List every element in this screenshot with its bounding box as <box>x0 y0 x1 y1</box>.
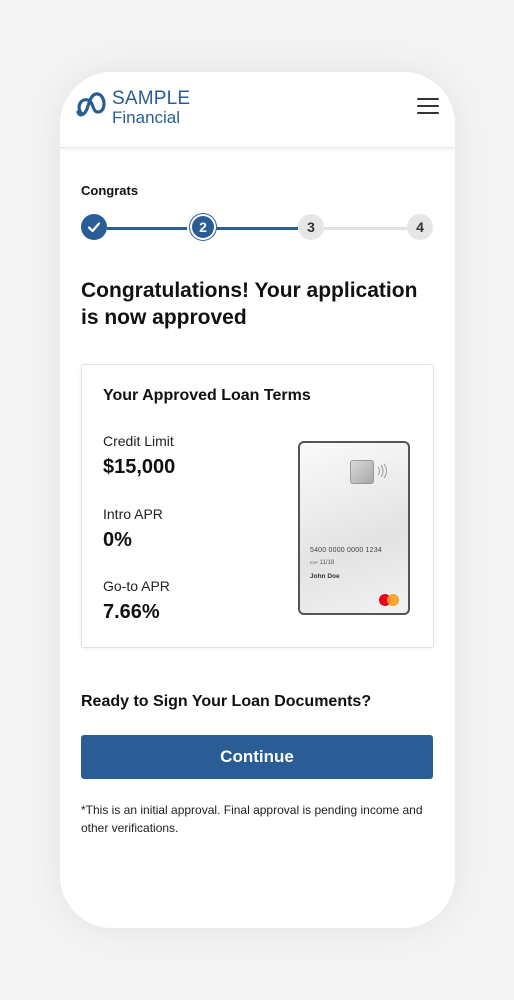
progress-stepper: 2 3 4 <box>81 214 434 242</box>
loan-terms-title: Your Approved Loan Terms <box>103 387 311 404</box>
intro-apr-value: 0% <box>103 529 132 551</box>
card-holder-name: John Doe <box>310 573 340 580</box>
goto-apr-label: Go-to APR <box>103 578 170 594</box>
contactless-icon <box>377 463 387 479</box>
step-3: 3 <box>298 214 324 240</box>
step-1-complete <box>81 214 107 240</box>
mastercard-logo-icon <box>379 594 399 606</box>
card-expiry-date: 11/18 <box>319 560 335 566</box>
credit-limit-label: Credit Limit <box>103 433 174 449</box>
hamburger-menu-icon[interactable] <box>417 98 439 116</box>
credit-card-image: 5400 0000 0000 1234 EXP 11/18 John Doe <box>298 441 410 615</box>
step-2-current: 2 <box>190 214 216 240</box>
step-4: 4 <box>407 214 433 240</box>
app-header: SAMPLE Financial <box>60 72 455 148</box>
step-connector <box>324 227 408 230</box>
step-label: Congrats <box>81 183 139 198</box>
card-expiry-prefix: EXP <box>310 560 319 565</box>
intro-apr-label: Intro APR <box>103 506 163 522</box>
brand-logo[interactable]: SAMPLE Financial <box>76 88 196 128</box>
loan-terms-card: Your Approved Loan Terms Credit Limit $1… <box>81 364 434 648</box>
sign-documents-heading: Ready to Sign Your Loan Documents? <box>81 693 372 710</box>
step-connector <box>216 227 298 230</box>
brand-name-line2: Financial <box>112 108 181 127</box>
goto-apr-value: 7.66% <box>103 601 160 623</box>
card-number: 5400 0000 0000 1234 <box>310 547 382 554</box>
page-title: Congratulations! Your application is now… <box>81 279 418 329</box>
continue-button[interactable]: Continue <box>81 735 433 779</box>
step-connector <box>107 227 187 230</box>
credit-limit-value: $15,000 <box>103 456 176 478</box>
infinity-logo-icon <box>76 92 106 117</box>
card-chip-icon <box>350 460 374 484</box>
approval-disclaimer: *This is an initial approval. Final appr… <box>81 803 423 835</box>
phone-frame: SAMPLE Financial Congrats 2 3 4 Congratu… <box>60 72 455 928</box>
checkmark-icon <box>87 222 101 233</box>
card-expiry: EXP 11/18 <box>310 560 334 566</box>
brand-name-line1: SAMPLE <box>112 88 191 109</box>
